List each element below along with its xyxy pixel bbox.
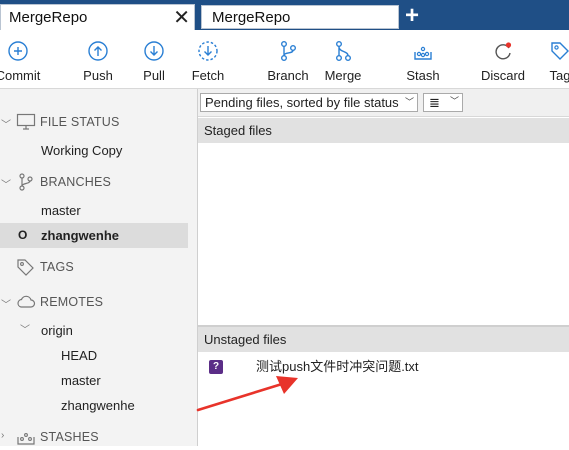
- sidebar: ﹀ FILE STATUS Working Copy ﹀ BRANCHES ma…: [0, 89, 198, 446]
- stash-button[interactable]: Stash: [393, 30, 453, 88]
- staged-files-list[interactable]: [198, 143, 569, 326]
- sidebar-item-branch-zhangwenhe[interactable]: O zhangwenhe: [0, 223, 188, 248]
- chevron-down-icon[interactable]: ﹀: [1, 176, 11, 191]
- sidebar-section-title: STASHES: [40, 430, 99, 444]
- chevron-down-icon[interactable]: ﹀: [20, 318, 30, 343]
- merge-icon: [335, 41, 351, 61]
- sidebar-item-label: zhangwenhe: [41, 228, 120, 243]
- tag-button[interactable]: Tag: [530, 30, 569, 88]
- commit-label: Commit: [0, 68, 41, 83]
- file-sort-value: Pending files, sorted by file status: [205, 95, 399, 110]
- close-icon[interactable]: ✕: [173, 5, 190, 31]
- push-icon: [88, 41, 108, 61]
- sidebar-section-stashes[interactable]: › STASHES: [0, 425, 197, 450]
- fetch-label: Fetch: [191, 68, 225, 83]
- tab-title: MergeRepo: [212, 9, 291, 26]
- push-label: Push: [83, 68, 113, 83]
- sidebar-item-branch-master[interactable]: master: [0, 198, 188, 223]
- branch-icon: [280, 41, 296, 61]
- sidebar-section-branches[interactable]: ﹀ BRANCHES: [0, 170, 197, 195]
- stash-label: Stash: [406, 68, 440, 83]
- stash-icon: [17, 433, 35, 445]
- tab-mergerepo-active[interactable]: MergeRepo ✕: [0, 4, 195, 30]
- merge-label: Merge: [324, 68, 362, 83]
- pull-label: Pull: [143, 68, 165, 83]
- cloud-icon: [17, 295, 36, 308]
- sidebar-item-remote-origin[interactable]: ﹀ origin: [0, 318, 188, 343]
- file-filter-bar: Pending files, sorted by file status ﹀ ≣…: [198, 89, 569, 117]
- tab-bar: MergeRepo ✕ MergeRepo +: [0, 0, 569, 30]
- sidebar-section-file-status[interactable]: ﹀ FILE STATUS: [0, 110, 197, 135]
- merge-button[interactable]: Merge: [313, 30, 373, 88]
- toolbar: Commit Push Pull Fetch Branch Merge Stas…: [0, 30, 569, 89]
- tag-label: Tag: [549, 68, 569, 83]
- unstaged-files-header: Unstaged files: [198, 327, 569, 352]
- sidebar-section-title: BRANCHES: [40, 175, 112, 189]
- chevron-down-icon: ﹀: [404, 97, 414, 107]
- tab-mergerepo[interactable]: MergeRepo: [201, 5, 399, 29]
- sidebar-section-title: FILE STATUS: [40, 115, 120, 129]
- sidebar-item-origin-master[interactable]: master: [0, 368, 188, 393]
- staged-files-header: Staged files: [198, 118, 569, 143]
- pull-button[interactable]: Pull: [124, 30, 184, 88]
- sidebar-item-label: origin: [41, 323, 73, 338]
- chevron-down-icon: ﹀: [449, 96, 459, 106]
- sidebar-item-label: Working Copy: [41, 143, 123, 158]
- discard-button[interactable]: Discard: [473, 30, 533, 88]
- new-tab-button[interactable]: +: [405, 3, 419, 29]
- commit-button[interactable]: Commit: [0, 30, 48, 88]
- sidebar-item-label: zhangwenhe: [61, 398, 135, 413]
- sidebar-section-tags[interactable]: TAGS: [0, 255, 197, 280]
- fetch-button[interactable]: Fetch: [178, 30, 238, 88]
- sidebar-item-label: master: [61, 373, 101, 388]
- pull-icon: [144, 41, 164, 61]
- chevron-down-icon[interactable]: ﹀: [1, 116, 11, 131]
- push-button[interactable]: Push: [68, 30, 128, 88]
- sidebar-item-origin-zhangwenhe[interactable]: zhangwenhe: [0, 393, 188, 418]
- sidebar-item-label: HEAD: [61, 348, 98, 363]
- sidebar-item-working-copy[interactable]: Working Copy: [0, 138, 188, 163]
- annotation-arrow: [196, 376, 298, 412]
- commit-icon: [8, 41, 28, 61]
- discard-icon: [495, 42, 512, 60]
- list-view-icon: ≣: [429, 95, 440, 110]
- branch-label: Branch: [267, 68, 309, 83]
- branch-icon: [19, 173, 33, 191]
- branch-button[interactable]: Branch: [258, 30, 318, 88]
- sidebar-item-label: master: [41, 203, 81, 218]
- chevron-right-icon[interactable]: ›: [1, 430, 4, 441]
- tag-icon: [551, 42, 569, 60]
- view-mode-select[interactable]: ≣ ﹀: [423, 93, 463, 112]
- sidebar-item-origin-head[interactable]: HEAD: [0, 343, 188, 368]
- discard-label: Discard: [480, 68, 526, 83]
- sidebar-section-remotes[interactable]: ﹀ REMOTES: [0, 290, 197, 315]
- chevron-down-icon[interactable]: ﹀: [1, 296, 11, 311]
- file-sort-select[interactable]: Pending files, sorted by file status ﹀: [200, 93, 418, 112]
- sidebar-section-title: TAGS: [40, 260, 74, 274]
- stash-icon: [414, 46, 432, 60]
- monitor-icon: [16, 113, 36, 130]
- tab-title: MergeRepo: [9, 9, 88, 26]
- current-branch-indicator: O: [18, 228, 28, 242]
- sidebar-section-title: REMOTES: [40, 295, 104, 309]
- tag-icon: [17, 259, 34, 276]
- fetch-icon: [198, 41, 218, 61]
